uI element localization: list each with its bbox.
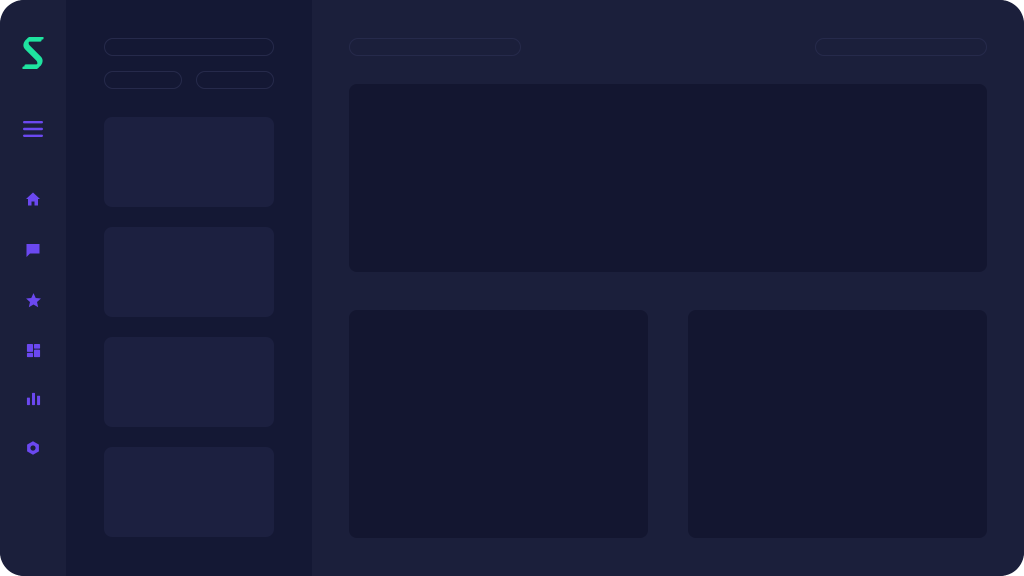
filter-chip[interactable] [104, 71, 182, 89]
hamburger-menu-icon[interactable] [21, 117, 45, 141]
content-card-right [688, 310, 987, 538]
content-card-left [349, 310, 648, 538]
hero-panel [349, 84, 987, 272]
app-window [0, 0, 1024, 576]
list-card[interactable] [104, 117, 274, 207]
bar-chart-icon[interactable] [21, 386, 45, 410]
filter-chip[interactable] [196, 71, 274, 89]
dashboard-icon[interactable] [21, 338, 45, 362]
icon-rail [0, 0, 66, 576]
list-panel [66, 0, 312, 576]
panel-search-input[interactable] [104, 38, 274, 56]
list-card[interactable] [104, 227, 274, 317]
home-icon[interactable] [21, 187, 45, 211]
chat-icon[interactable] [21, 238, 45, 262]
brand-logo-icon[interactable] [17, 36, 49, 70]
settings-icon[interactable] [21, 436, 45, 460]
main-content [312, 0, 1024, 576]
page-title [349, 38, 521, 56]
list-card[interactable] [104, 447, 274, 537]
list-card[interactable] [104, 337, 274, 427]
header-action-button[interactable] [815, 38, 987, 56]
star-icon[interactable] [21, 288, 45, 312]
